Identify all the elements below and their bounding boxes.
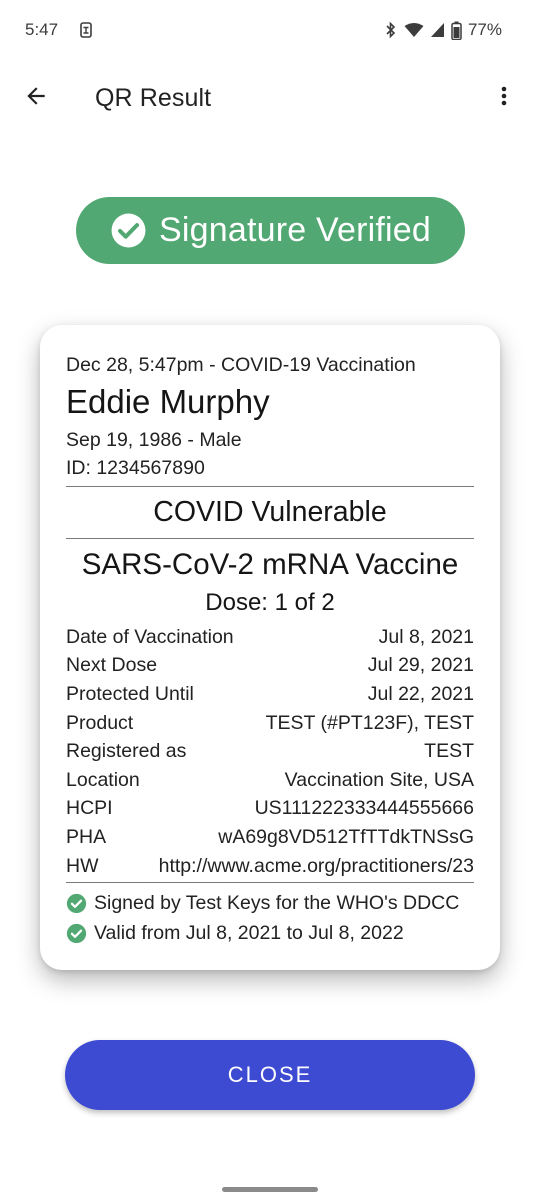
signature-status-badge: Signature Verified (76, 197, 465, 264)
patient-id: ID: 1234567890 (66, 457, 205, 479)
close-button[interactable]: CLOSE (65, 1040, 475, 1110)
detail-label: HW (66, 854, 99, 877)
verification-text: Valid from Jul 8, 2021 to Jul 8, 2022 (94, 921, 404, 944)
detail-value: TEST (424, 740, 474, 763)
detail-value: TEST (#PT123F), TEST (265, 711, 474, 734)
detail-value: Jul 29, 2021 (367, 654, 474, 677)
detail-value: US111222333444555666 (254, 797, 474, 820)
app-bar: QR Result (0, 62, 540, 137)
detail-label: HCPI (66, 797, 113, 820)
detail-row-date-of-vaccination: Date of Vaccination Jul 8, 2021 (66, 623, 474, 652)
wifi-icon (404, 22, 424, 38)
certificate-card: Dec 28, 5:47pm - COVID-19 Vaccination Ed… (40, 325, 500, 970)
detail-label: Date of Vaccination (66, 625, 234, 648)
detail-row-pha: PHA wA69g8VD512TfTTdkTNSsG (66, 823, 474, 852)
detail-row-registered-as: Registered as TEST (66, 737, 474, 766)
battery-percent: 77% (467, 20, 502, 39)
more-vert-icon (492, 84, 516, 113)
details-list: Date of Vaccination Jul 8, 2021 Next Dos… (66, 623, 474, 880)
more-options-button[interactable] (484, 78, 524, 118)
arrow-back-icon (23, 83, 49, 114)
bluetooth-icon (384, 21, 398, 39)
divider (66, 538, 474, 539)
detail-label: Next Dose (66, 654, 158, 677)
card-subtitle: Dec 28, 5:47pm - COVID-19 Vaccination (66, 354, 416, 376)
detail-value: Vaccination Site, USA (284, 768, 474, 791)
verification-text: Signed by Test Keys for the WHO's DDCC (94, 891, 460, 914)
detail-value: wA69g8VD512TfTTdkTNSsG (218, 825, 474, 848)
detail-label: Protected Until (66, 682, 194, 705)
detail-row-next-dose: Next Dose Jul 29, 2021 (66, 652, 474, 681)
detail-value: Jul 8, 2021 (378, 625, 474, 648)
detail-label: Registered as (66, 740, 187, 763)
divider (66, 882, 474, 883)
patient-category: COVID Vulnerable (153, 496, 387, 528)
verification-item: Signed by Test Keys for the WHO's DDCC (66, 888, 474, 918)
detail-row-product: Product TEST (#PT123F), TEST (66, 709, 474, 738)
patient-dob-gender: Sep 19, 1986 - Male (66, 429, 242, 451)
detail-row-location: Location Vaccination Site, USA (66, 766, 474, 795)
check-circle-icon (110, 212, 147, 249)
back-button[interactable] (16, 78, 56, 118)
detail-label: Product (66, 711, 134, 734)
detail-row-hw: HW http://www.acme.org/practitioners/23 (66, 852, 474, 881)
verification-item: Valid from Jul 8, 2021 to Jul 8, 2022 (66, 918, 474, 948)
status-time: 5:47 (25, 20, 59, 39)
gesture-nav-handle[interactable] (222, 1187, 318, 1192)
verification-list: Signed by Test Keys for the WHO's DDCC V… (66, 888, 474, 948)
status-icons: 77% (384, 20, 502, 40)
signature-status-text: Signature Verified (159, 211, 431, 249)
battery-icon (451, 21, 462, 40)
detail-label: PHA (66, 825, 107, 848)
patient-name: Eddie Murphy (66, 383, 270, 420)
check-circle-icon (66, 893, 87, 914)
detail-label: Location (66, 768, 140, 791)
detail-row-hcpi: HCPI US111222333444555666 (66, 795, 474, 824)
divider (66, 486, 474, 487)
detail-row-protected-until: Protected Until Jul 22, 2021 (66, 680, 474, 709)
page-title: QR Result (95, 84, 212, 112)
check-circle-icon (66, 923, 87, 944)
cell-signal-icon (430, 22, 445, 38)
vaccine-name: SARS-CoV-2 mRNA Vaccine (81, 548, 459, 581)
detail-value: http://www.acme.org/practitioners/23 (158, 854, 474, 877)
dose-info: Dose: 1 of 2 (205, 589, 335, 616)
notification-icon (78, 21, 94, 39)
status-bar: 5:47 77% (0, 0, 540, 62)
detail-value: Jul 22, 2021 (367, 682, 474, 705)
